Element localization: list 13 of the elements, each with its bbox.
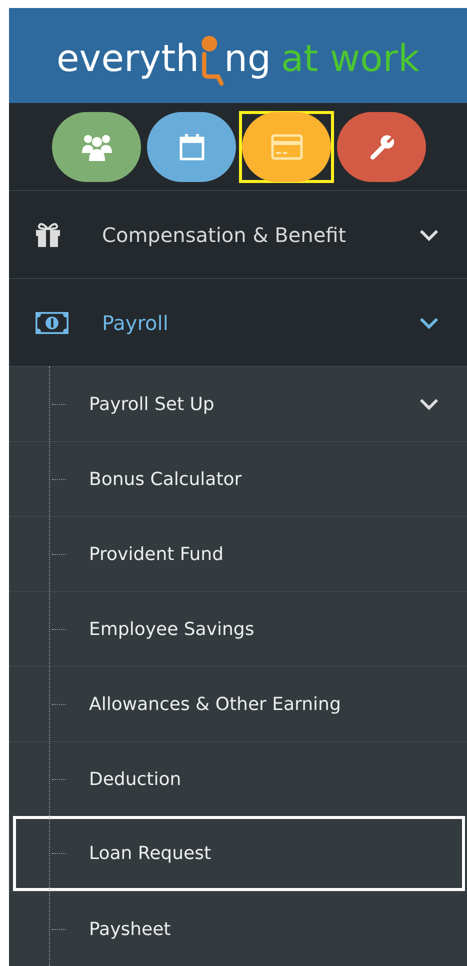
submenu-item[interactable]: Deduction <box>89 768 439 790</box>
submenu-item[interactable]: Payroll Set Up <box>89 394 419 414</box>
logo-text: at work <box>280 40 420 77</box>
logo-text: ng <box>224 40 271 77</box>
submenu-item[interactable]: Employee Savings <box>89 618 439 640</box>
menu-item[interactable]: Payroll <box>9 278 467 366</box>
submenu-item[interactable]: Bonus Calculator <box>89 468 439 490</box>
submenu-item[interactable]: Provident Fund <box>89 544 439 564</box>
submenu-item[interactable]: Allowances & Other Earning <box>89 694 439 714</box>
submenu-item[interactable]: Loan Request <box>89 843 434 864</box>
menu-item[interactable]: Compensation & Benefit <box>9 190 467 278</box>
logo-text: everyth <box>56 40 200 77</box>
submenu-item[interactable]: Paysheet <box>89 918 439 940</box>
